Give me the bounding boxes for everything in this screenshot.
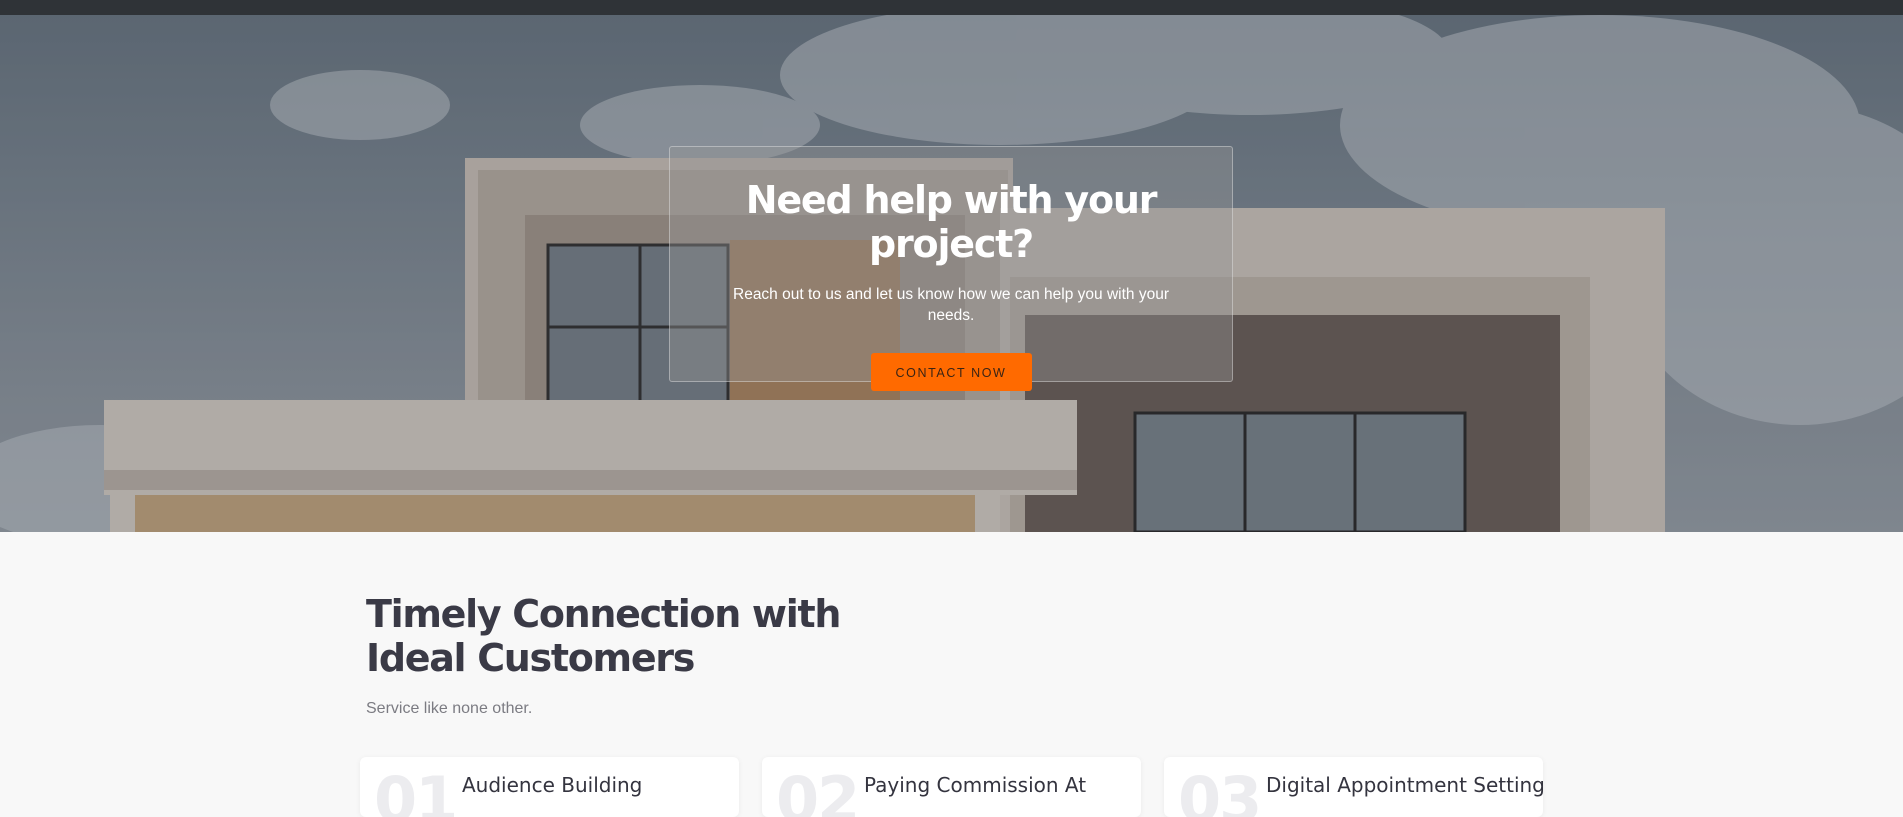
card-number: 02	[776, 763, 860, 817]
callout-subtitle: Reach out to us and let us know how we c…	[733, 286, 1169, 324]
section-subtitle: Service like none other.	[366, 700, 533, 717]
card-number: 01	[374, 763, 458, 817]
contact-now-button[interactable]: CONTACT NOW	[870, 353, 1032, 391]
callout-title: Need help with your project?	[745, 178, 1158, 266]
top-navigation-bar	[0, 0, 1903, 15]
card-title: Digital Appointment Setting	[1266, 773, 1543, 797]
card-number: 03	[1178, 763, 1262, 817]
contact-callout-box: Need help with your project? Reach out t…	[669, 146, 1233, 391]
section-title: Timely Connection with Ideal Customers	[366, 592, 841, 680]
service-card[interactable]: 02 Paying Commission At	[762, 757, 1141, 817]
service-card[interactable]: 01 Audience Building	[360, 757, 739, 817]
card-title: Paying Commission At	[864, 773, 1087, 797]
card-title: Audience Building	[462, 773, 643, 797]
hero-banner: Need help with your project? Reach out t…	[0, 15, 1903, 532]
service-card[interactable]: 03 Digital Appointment Setting	[1164, 757, 1543, 817]
